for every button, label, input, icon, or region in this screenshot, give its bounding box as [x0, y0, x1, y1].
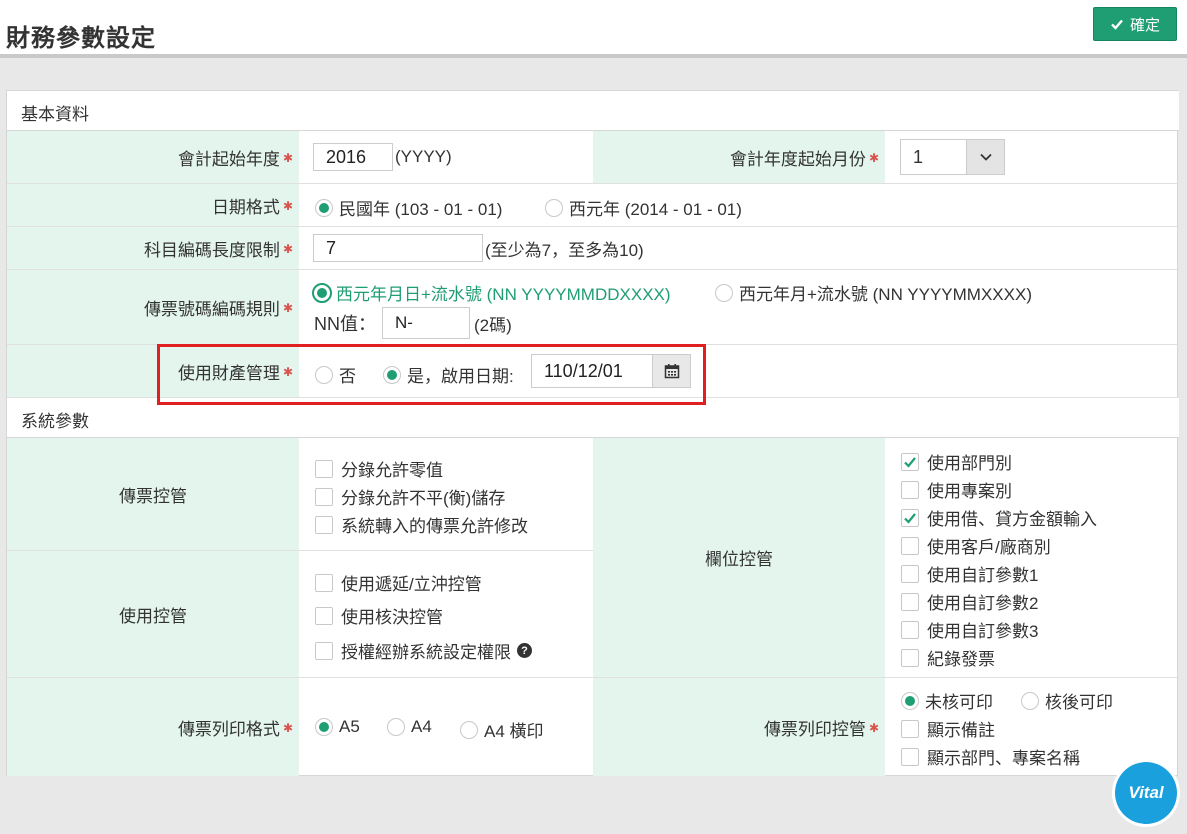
checkbox-unchecked[interactable] [315, 573, 333, 592]
field-control-item[interactable]: 使用自訂參數3 [901, 617, 1038, 642]
print-control-item[interactable]: 顯示部門、專案名稱 [901, 744, 1080, 769]
radio-unselected[interactable] [460, 720, 478, 739]
checkbox-unchecked[interactable] [901, 747, 919, 766]
print-format-option-a5[interactable]: A5 [315, 717, 360, 737]
radio-unselected[interactable] [715, 283, 733, 302]
checkbox-unchecked[interactable] [901, 648, 919, 667]
help-icon[interactable]: ? [517, 643, 532, 658]
checkbox-unchecked[interactable] [315, 487, 333, 506]
checkbox-checked[interactable] [901, 452, 919, 471]
nn-value-hint: (2碼) [474, 315, 512, 335]
fiscal-start-month-value: 1 [913, 146, 924, 167]
required-icon: ✱ [282, 242, 293, 256]
row-print: 傳票列印格式 ✱ A5 A4 A4 橫印 傳票列印控管 ✱ 未核可印 核後可印 顯示… [7, 678, 1179, 776]
row-voucher-numbering: 傳票號碼編碼規則 ✱ 西元年月日+流水號 (NN YYYYMMDDXXXX) 西元… [7, 270, 1179, 345]
checkbox-unchecked[interactable] [901, 480, 919, 499]
fiscal-start-year-input[interactable]: 2016 [313, 143, 393, 171]
voucher-numbering-option-ym[interactable]: 西元年月+流水號 (NN YYYYMMXXXX) [715, 280, 1032, 305]
row-field-control: 欄位控管 使用部門別 使用專案別 使用借、貸方金額輸入 使用客戶/廠商別 使用自… [593, 438, 1179, 678]
confirm-button-label: 確定 [1129, 16, 1160, 34]
chevron-down-icon[interactable] [966, 140, 1004, 174]
field-control-item[interactable]: 使用借、貸方金額輸入 [901, 505, 1097, 530]
field-control-item[interactable]: 使用專案別 [901, 477, 1012, 502]
radio-unselected[interactable] [387, 718, 405, 736]
checkbox-unchecked[interactable] [901, 592, 919, 611]
fiscal-start-year-hint: (YYYY) [395, 147, 452, 166]
section-basic-header: 基本資料 [7, 91, 1179, 131]
voucher-control-item[interactable]: 系統轉入的傳票允許修改 [315, 512, 528, 537]
checkbox-unchecked[interactable] [315, 641, 333, 660]
field-control-label: 欄位控管 [593, 438, 885, 677]
check-icon [904, 512, 916, 524]
usage-control-label: 使用控管 [7, 551, 299, 677]
usage-control-item[interactable]: 使用核決控管 [315, 603, 443, 628]
vital-logo-text: Vital [1115, 762, 1177, 824]
nn-value-label: NN值： [314, 314, 376, 334]
required-icon: ✱ [282, 721, 293, 735]
check-icon [904, 456, 916, 468]
fiscal-start-month-select[interactable]: 1 [900, 139, 1005, 175]
row-fiscal: 會計起始年度 ✱ 2016 (YYYY) 會計年度起始月份 ✱ 1 [7, 131, 1179, 184]
field-control-item[interactable]: 使用客戶/廠商別 [901, 533, 1051, 558]
account-code-length-input[interactable]: 7 [313, 234, 483, 262]
voucher-numbering-option-ymd[interactable]: 西元年月日+流水號 (NN YYYYMMDDXXXX) [312, 280, 671, 305]
top-bar: 財務參數設定 確定 [0, 0, 1187, 58]
print-format-option-a4[interactable]: A4 [387, 717, 432, 737]
radio-selected[interactable] [315, 718, 333, 736]
date-format-option-roc[interactable]: 民國年 (103 - 01 - 01) [315, 195, 502, 220]
print-control-item[interactable]: 顯示備註 [901, 716, 995, 741]
radio-selected[interactable] [901, 691, 919, 710]
voucher-control-label: 傳票控管 [7, 438, 299, 550]
voucher-control-item[interactable]: 分錄允許不平(衡)儲存 [315, 484, 505, 509]
row-date-format: 日期格式 ✱ 民國年 (103 - 01 - 01) 西元年 (2014 - 01… [7, 184, 1179, 227]
settings-panel: 基本資料 會計起始年度 ✱ 2016 (YYYY) 會計年度起始月份 ✱ 1 日期格… [6, 90, 1179, 776]
fiscal-start-month-label: 會計年度起始月份 ✱ [593, 131, 885, 183]
account-code-length-hint: (至少為7，至多為10) [485, 240, 644, 260]
fiscal-start-year-label: 會計起始年度 ✱ [7, 131, 299, 183]
print-control-label: 傳票列印控管 ✱ [593, 678, 885, 776]
voucher-numbering-label: 傳票號碼編碼規則 ✱ [7, 270, 299, 344]
required-icon: ✱ [282, 301, 293, 315]
date-format-label: 日期格式 ✱ [7, 184, 299, 226]
confirm-button[interactable]: 確定 [1093, 7, 1177, 41]
field-control-item[interactable]: 使用自訂參數1 [901, 561, 1038, 586]
row-voucher-control: 傳票控管 分錄允許零值 分錄允許不平(衡)儲存 系統轉入的傳票允許修改 [7, 438, 593, 551]
usage-control-item[interactable]: 使用遞延/立沖控管 [315, 570, 482, 595]
account-code-length-label: 科目編碼長度限制 ✱ [7, 227, 299, 269]
row-usage-control: 使用控管 使用遞延/立沖控管 使用核決控管 授權經辦系統設定權限 ? [7, 551, 593, 678]
date-format-option-ad[interactable]: 西元年 (2014 - 01 - 01) [545, 195, 742, 220]
checkbox-unchecked[interactable] [901, 719, 919, 738]
checkbox-unchecked[interactable] [901, 620, 919, 639]
usage-control-item[interactable]: 授權經辦系統設定權限 ? [315, 638, 532, 663]
voucher-control-item[interactable]: 分錄允許零值 [315, 456, 443, 481]
checkbox-unchecked[interactable] [901, 536, 919, 555]
required-icon: ✱ [868, 151, 879, 165]
checkbox-unchecked[interactable] [315, 515, 333, 534]
checkbox-checked[interactable] [901, 508, 919, 527]
print-control-option-unapproved[interactable]: 未核可印 [901, 688, 993, 713]
radio-selected[interactable] [312, 282, 332, 303]
field-control-item[interactable]: 使用部門別 [901, 449, 1012, 474]
field-control-item[interactable]: 紀錄發票 [901, 645, 995, 670]
highlight-box [157, 344, 706, 405]
required-icon: ✱ [868, 721, 879, 735]
row-account-code-length: 科目編碼長度限制 ✱ 7 (至少為7，至多為10) [7, 227, 1179, 270]
page-title: 財務參數設定 [6, 25, 156, 52]
print-format-label: 傳票列印格式 ✱ [7, 678, 299, 776]
checkbox-unchecked[interactable] [315, 459, 333, 478]
radio-selected[interactable] [315, 198, 333, 217]
field-control-item[interactable]: 使用自訂參數2 [901, 589, 1038, 614]
radio-unselected[interactable] [1021, 691, 1039, 710]
required-icon: ✱ [282, 199, 293, 213]
required-icon: ✱ [282, 151, 293, 165]
print-format-option-a4-landscape[interactable]: A4 橫印 [460, 717, 544, 742]
checkbox-unchecked[interactable] [315, 606, 333, 625]
checkbox-unchecked[interactable] [901, 564, 919, 583]
print-control-option-approved[interactable]: 核後可印 [1021, 688, 1113, 713]
check-icon [1111, 19, 1123, 30]
radio-unselected[interactable] [545, 198, 563, 217]
nn-value-input[interactable]: N- [382, 307, 470, 339]
vital-logo[interactable]: Vital [1112, 759, 1180, 827]
